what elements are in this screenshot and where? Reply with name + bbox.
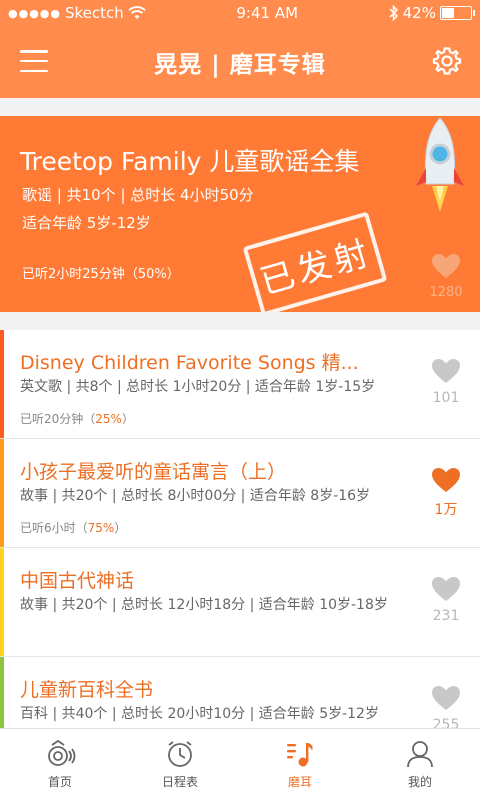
tab-mine[interactable]: 我的: [360, 729, 480, 800]
like-count: 255: [432, 717, 460, 728]
album-progress: 已听20分钟（25%）: [20, 410, 134, 427]
like-button[interactable]: 1万: [422, 467, 470, 519]
album-list[interactable]: Disney Children Favorite Songs 精... 英文歌 |…: [0, 330, 480, 728]
album-meta: 英文歌 | 共8个 | 总时长 1小时20分 | 适合年龄 1岁-15岁: [20, 379, 376, 395]
tab-mine-label: 我的: [407, 775, 432, 789]
clock-icon: [168, 741, 192, 767]
stamp-text: 已发射: [255, 232, 377, 303]
album-progress-prefix: 已听6小时（: [20, 521, 88, 535]
album-title: 中国古代神话: [20, 570, 135, 592]
featured-title: Treetop Family 儿童歌谣全集: [20, 147, 360, 176]
album-item[interactable]: Disney Children Favorite Songs 精... 英文歌 |…: [0, 330, 480, 439]
heart-icon: [432, 686, 460, 710]
album-title: Disney Children Favorite Songs 精...: [20, 352, 359, 374]
launched-stamp: 已发射: [242, 211, 388, 312]
album-item[interactable]: 小孩子最爱听的童话寓言（上） 故事 | 共20个 | 总时长 8小时00分 | 适…: [0, 439, 480, 548]
album-color-bar: [0, 330, 4, 438]
album-meta: 百科 | 共40个 | 总时长 20小时10分 | 适合年龄 5岁-12岁: [20, 706, 379, 722]
carrier-label: Skectch: [65, 4, 124, 22]
album-item[interactable]: 儿童新百科全书百科 | 共40个 | 总时长 20小时10分 | 适合年龄 5岁…: [0, 657, 480, 728]
home-icon: [48, 739, 76, 766]
album-progress-percent: 75%: [87, 521, 115, 535]
gear-icon[interactable]: [432, 46, 462, 76]
album-title: 儿童新百科全书: [20, 679, 154, 701]
menu-button[interactable]: [20, 50, 48, 72]
tab-schedule-label: 日程表: [161, 775, 198, 789]
signal-dots: ●●●●●: [8, 6, 61, 20]
featured-age: 适合年龄 5岁-12岁: [22, 214, 151, 232]
heart-icon: [432, 254, 460, 278]
nav-bar: 晃晃 | 磨耳专辑: [0, 26, 480, 98]
heart-icon: [432, 468, 460, 492]
battery-icon: [439, 6, 475, 20]
tab-home[interactable]: 首页: [0, 729, 120, 800]
album-progress-prefix: 已听20分钟（: [20, 412, 96, 426]
user-icon: [407, 741, 433, 768]
status-time: 9:41 AM: [236, 4, 299, 22]
like-count: 231: [432, 608, 460, 624]
music-list-icon: [287, 743, 313, 767]
like-count: 1万: [434, 502, 458, 518]
top-bar: ●●●●● Skectch 9:41 AM 42% 晃晃 | 磨耳专辑: [0, 0, 480, 98]
album-color-bar: [0, 439, 4, 547]
heart-icon: [432, 359, 460, 383]
battery-percent: 42%: [402, 4, 436, 22]
album-item[interactable]: 中国古代神话故事 | 共20个 | 总时长 12小时18分 | 适合年龄 10岁…: [0, 548, 480, 657]
wifi-icon: [128, 6, 146, 19]
page-title: 晃晃 | 磨耳专辑: [154, 52, 326, 78]
album-color-bar: [0, 548, 4, 656]
heart-icon: [432, 577, 460, 601]
album-meta: 故事 | 共20个 | 总时长 12小时18分 | 适合年龄 10岁-18岁: [20, 597, 388, 613]
album-progress-suffix: ）: [114, 521, 127, 535]
album-meta: 故事 | 共20个 | 总时长 8小时00分 | 适合年龄 8岁-16岁: [20, 488, 371, 504]
featured-like-button[interactable]: 1280: [422, 253, 470, 300]
tab-schedule[interactable]: 日程表: [120, 729, 240, 800]
featured-like-count: 1280: [429, 285, 463, 300]
like-button[interactable]: 101: [422, 358, 470, 406]
featured-progress: 已听2小时25分钟（50%）: [22, 267, 180, 282]
album-title: 小孩子最爱听的童话寓言（上）: [20, 461, 287, 483]
album-color-bar: [0, 657, 4, 728]
rocket-icon: [416, 117, 464, 212]
album-progress-suffix: ）: [121, 412, 134, 426]
tab-bar: 首页 日程表 磨耳 我的: [0, 728, 480, 800]
tab-listening-label: 磨耳: [287, 775, 312, 789]
tab-home-label: 首页: [47, 775, 72, 789]
status-bar: ●●●●● Skectch 9:41 AM 42%: [0, 0, 480, 26]
featured-album-card[interactable]: Treetop Family 儿童歌谣全集 歌谣 | 共10个 | 总时长 4小…: [0, 116, 480, 312]
like-button[interactable]: 231: [422, 576, 470, 624]
like-button[interactable]: 255: [422, 685, 470, 728]
tab-listening[interactable]: 磨耳: [240, 729, 360, 800]
album-progress: 已听6小时（75%）: [20, 519, 126, 536]
like-count: 101: [432, 390, 460, 406]
featured-meta: 歌谣 | 共10个 | 总时长 4小时50分: [22, 186, 254, 204]
album-progress-percent: 25%: [95, 412, 122, 426]
bluetooth-icon: [389, 5, 398, 21]
